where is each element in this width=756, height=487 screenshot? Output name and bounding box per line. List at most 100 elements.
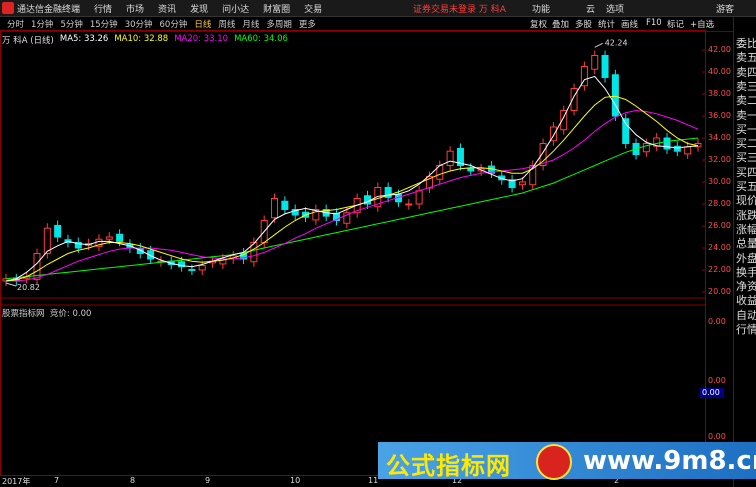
low-label: 20.82 bbox=[17, 283, 40, 292]
candle-body bbox=[684, 146, 692, 155]
side-panel-label: 卖二 bbox=[736, 94, 756, 108]
date-label: 7 bbox=[54, 476, 60, 485]
tab-60min[interactable]: 60分钟 bbox=[160, 18, 188, 30]
btn-stats[interactable]: 统计 bbox=[598, 18, 615, 30]
price-tick-label: 24.00 bbox=[708, 243, 731, 252]
candle-body bbox=[105, 236, 113, 240]
candle-body bbox=[446, 150, 454, 166]
btn-f10[interactable]: F10 bbox=[646, 18, 662, 28]
date-label: 8 bbox=[130, 476, 136, 485]
candle-body bbox=[281, 200, 289, 210]
candle-body bbox=[405, 203, 413, 206]
btn-overlay[interactable]: 叠加 bbox=[552, 18, 569, 30]
login-alert[interactable]: 证券交易未登录 万 科A bbox=[413, 2, 506, 15]
candle-body bbox=[54, 224, 62, 238]
stock-name: 万 科A bbox=[478, 5, 506, 15]
high-label: 42.24 bbox=[605, 38, 628, 47]
menu-item-news[interactable]: 资讯 bbox=[158, 2, 176, 15]
guest-label[interactable]: 游客 bbox=[716, 2, 734, 15]
seal-logo-icon bbox=[536, 444, 572, 480]
sub-axis-label-1: 0.00 bbox=[708, 317, 726, 326]
side-panel-label: 买二 bbox=[736, 137, 756, 151]
tab-30min[interactable]: 30分钟 bbox=[125, 18, 153, 30]
date-label: 9 bbox=[205, 476, 211, 485]
tab-weekly[interactable]: 周线 bbox=[218, 18, 235, 30]
price-tick-label: 32.00 bbox=[708, 155, 731, 164]
price-tick-label: 22.00 bbox=[708, 265, 731, 274]
side-panel-label: 涨幅 bbox=[736, 222, 756, 236]
app-name: 通达信金融终端 bbox=[17, 4, 81, 15]
candle-body bbox=[601, 55, 609, 78]
price-tick-label: 20.00 bbox=[708, 287, 731, 296]
side-panel-label: 现价 bbox=[736, 194, 756, 208]
menu-item-trade[interactable]: 交易 bbox=[304, 2, 322, 15]
tab-5min[interactable]: 5分钟 bbox=[60, 18, 82, 30]
price-tick-label: 36.00 bbox=[708, 111, 731, 120]
banner-text: 公式指标网 bbox=[386, 452, 511, 480]
side-panel-label[interactable]: 自动 bbox=[736, 310, 756, 321]
menu-item-discover[interactable]: 发现 bbox=[190, 2, 208, 15]
indicator-name: 股票指标网 bbox=[2, 309, 45, 319]
candlestick-chart[interactable]: 42.24 20.82 bbox=[0, 30, 733, 476]
side-panel-label: 卖一 bbox=[736, 108, 756, 122]
side-panel-label: 卖四 bbox=[736, 65, 756, 79]
indicator-current-value: 0.00 bbox=[700, 388, 724, 398]
candle-body bbox=[415, 190, 423, 205]
menu-item-wealth[interactable]: 财富圈 bbox=[263, 2, 290, 15]
chart-grid bbox=[0, 30, 706, 476]
btn-add-watch[interactable]: +自选 bbox=[690, 18, 714, 30]
candle-body bbox=[271, 198, 279, 219]
btn-adjust[interactable]: 复权 bbox=[530, 18, 547, 30]
menu-function[interactable]: 功能 bbox=[532, 2, 550, 15]
menu-item-market[interactable]: 市场 bbox=[126, 2, 144, 15]
price-tick-label: 38.00 bbox=[708, 89, 731, 98]
ma5-line bbox=[5, 75, 699, 282]
menu-cloud[interactable]: 云 bbox=[586, 2, 595, 15]
side-panel-label: 卖五 bbox=[736, 51, 756, 65]
sub-axis-label-3: 0.00 bbox=[708, 432, 726, 441]
tab-1min[interactable]: 1分钟 bbox=[31, 18, 53, 30]
menu-options[interactable]: 选项 bbox=[606, 2, 624, 15]
price-tick-label: 34.00 bbox=[708, 133, 731, 142]
tab-monthly[interactable]: 月线 bbox=[242, 18, 259, 30]
price-tick-label: 26.00 bbox=[708, 221, 731, 230]
tab-15min[interactable]: 15分钟 bbox=[90, 18, 118, 30]
candles bbox=[2, 50, 702, 286]
sub-axis-label-2: 0.00 bbox=[708, 376, 726, 385]
indicator-value: 竞价: 0.00 bbox=[49, 309, 92, 319]
side-panel-label: 净资 bbox=[736, 280, 756, 294]
side-panel-label: 外盘 bbox=[736, 251, 756, 265]
side-panel-label: 买四 bbox=[736, 165, 756, 179]
tab-more[interactable]: 更多 bbox=[299, 18, 316, 30]
side-panel-label: 委比 bbox=[736, 37, 756, 50]
price-tick-label: 40.00 bbox=[708, 67, 731, 76]
date-label: 11 bbox=[368, 476, 379, 485]
side-panel-label[interactable]: 行情 bbox=[736, 324, 756, 335]
price-tick-label: 42.00 bbox=[708, 45, 731, 54]
btn-mark[interactable]: 标记 bbox=[667, 18, 684, 30]
btn-multi-stock[interactable]: 多股 bbox=[575, 18, 592, 30]
btn-draw[interactable]: 画线 bbox=[621, 18, 638, 30]
ma20-line bbox=[6, 109, 699, 282]
candle-body bbox=[591, 55, 599, 70]
side-panel-label: 买三 bbox=[736, 151, 756, 165]
ma10-line bbox=[5, 95, 699, 282]
candle-body bbox=[198, 265, 206, 271]
price-tick-label: 30.00 bbox=[708, 177, 731, 186]
date-label: 2017年 bbox=[2, 477, 31, 486]
tab-multi-period[interactable]: 多周期 bbox=[266, 18, 292, 30]
candle-body bbox=[188, 268, 196, 271]
side-panel-label: 总量 bbox=[736, 237, 756, 251]
candle-body bbox=[611, 74, 619, 117]
side-panel-label: 涨跌 bbox=[736, 208, 756, 222]
watermark-banner: 公式指标网 www.9m8.cn bbox=[378, 442, 756, 480]
tab-intraday[interactable]: 分时 bbox=[7, 18, 24, 30]
candle-body bbox=[116, 233, 124, 242]
candle-body bbox=[622, 118, 630, 144]
side-panel-label: 换手 bbox=[736, 265, 756, 279]
low-pointer bbox=[5, 282, 17, 287]
candle-body bbox=[673, 145, 681, 152]
menu-item-quotes[interactable]: 行情 bbox=[94, 2, 112, 15]
menu-item-ask[interactable]: 问小达 bbox=[222, 2, 249, 15]
tab-daily[interactable]: 日线 bbox=[194, 18, 211, 30]
